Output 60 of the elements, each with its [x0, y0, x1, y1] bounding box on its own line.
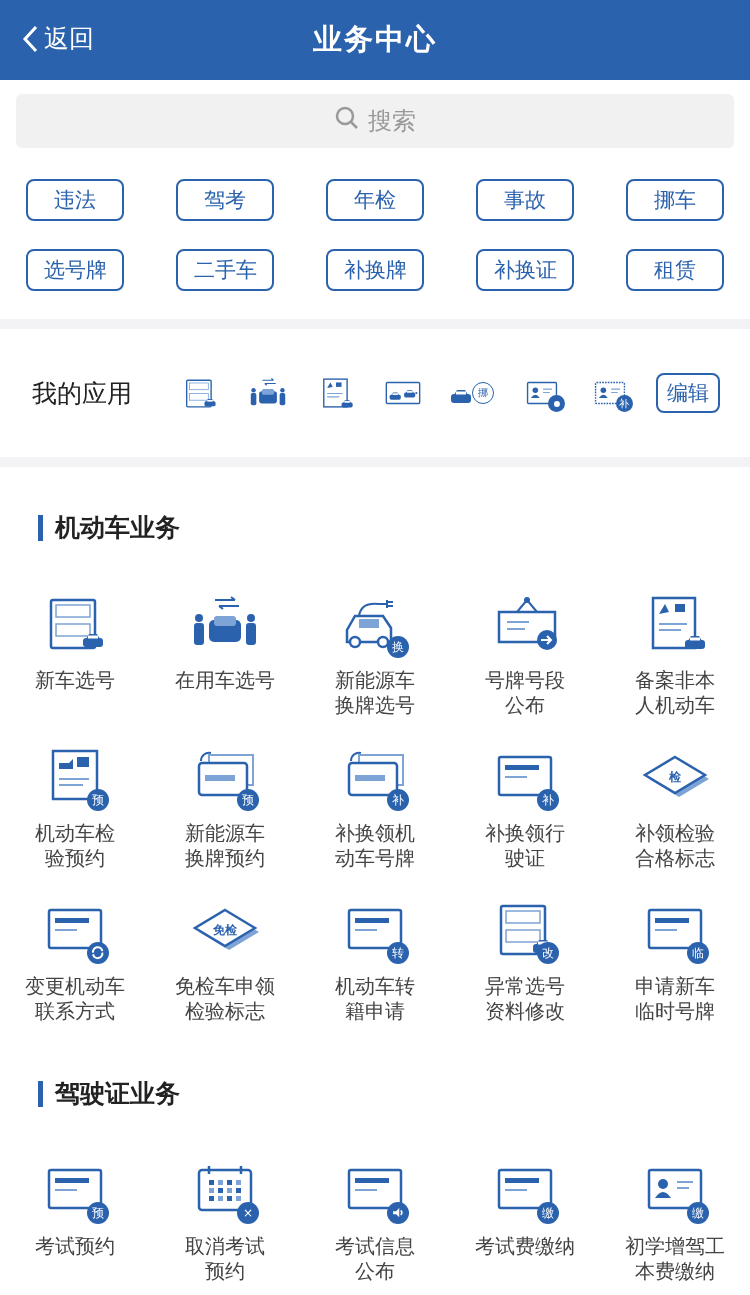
- tag-button[interactable]: 违法: [26, 179, 124, 221]
- service-label[interactable]: 新能源车 换牌预约: [185, 821, 265, 871]
- back-button[interactable]: 返回: [22, 22, 94, 55]
- icon-badge: 临: [687, 942, 709, 964]
- icon-badge: ×: [237, 1202, 259, 1224]
- tag-button[interactable]: 事故: [476, 179, 574, 221]
- accent-bar: [38, 514, 43, 541]
- icon-badge: 预: [237, 789, 259, 811]
- icon-badge: 预: [87, 789, 109, 811]
- service-label[interactable]: 新能源车 换牌选号: [335, 668, 415, 718]
- service-label[interactable]: 机动车检 验预约: [35, 821, 115, 871]
- icon-badge: 改: [537, 942, 559, 964]
- chevron-left-icon: [22, 24, 38, 53]
- service-label[interactable]: 补换领行 驶证: [485, 821, 565, 871]
- tag-button[interactable]: 挪车: [626, 179, 724, 221]
- icon-badge: 换: [387, 636, 409, 658]
- icon-badge: 补: [615, 395, 633, 412]
- service-label[interactable]: 备案非本 人机动车: [635, 668, 715, 718]
- service-label[interactable]: 考试信息 公布: [335, 1234, 415, 1284]
- refresh-badge-icon: [87, 942, 109, 964]
- service-label[interactable]: 变更机动车 联系方式: [25, 974, 125, 1024]
- icon-label: 检: [668, 769, 682, 786]
- icon-badge: 补: [387, 789, 409, 811]
- section-title: 我的应用: [32, 377, 133, 410]
- section-title: 驾驶证业务: [55, 1078, 180, 1110]
- icon-badge: 预: [87, 1202, 109, 1224]
- dot-badge-icon: [548, 395, 566, 412]
- service-label[interactable]: 号牌号段 公布: [485, 668, 565, 718]
- icon-badge: 补: [537, 789, 559, 811]
- service-label[interactable]: 新车选号: [35, 668, 115, 693]
- section-title: 机动车业务: [55, 512, 180, 544]
- tag-button[interactable]: 补换证: [476, 249, 574, 291]
- speaker-badge-icon: [387, 1202, 409, 1224]
- service-label[interactable]: 申请新车 临时号牌: [635, 974, 715, 1024]
- tag-button[interactable]: 补换牌: [326, 249, 424, 291]
- service-label[interactable]: 补换领机 动车号牌: [335, 821, 415, 871]
- edit-button[interactable]: 编辑: [656, 373, 720, 413]
- icon-label: 免检: [212, 922, 238, 939]
- bubble-label: 挪: [472, 382, 495, 404]
- service-label[interactable]: 免检车申领 检验标志: [175, 974, 275, 1024]
- icon-badge: 缴: [537, 1202, 559, 1224]
- service-label[interactable]: 取消考试 预约: [185, 1234, 265, 1284]
- icon-badge: 转: [387, 942, 409, 964]
- page-title: 业务中心: [313, 21, 437, 58]
- service-label[interactable]: 机动车转 籍申请: [335, 974, 415, 1024]
- service-label[interactable]: 考试费缴纳: [475, 1234, 575, 1259]
- car-icon: [451, 389, 472, 404]
- tag-button[interactable]: 租赁: [626, 249, 724, 291]
- icon-badge: 缴: [687, 1202, 709, 1224]
- service-label[interactable]: 补领检验 合格标志: [635, 821, 715, 871]
- service-label[interactable]: 初学增驾工 本费缴纳: [625, 1234, 725, 1284]
- tag-button[interactable]: 驾考: [176, 179, 274, 221]
- tag-button[interactable]: 二手车: [176, 249, 274, 291]
- tag-button[interactable]: 年检: [326, 179, 424, 221]
- service-label[interactable]: 考试预约: [35, 1234, 115, 1259]
- tag-button[interactable]: 选号牌: [26, 249, 124, 291]
- service-label[interactable]: 异常选号 资料修改: [485, 974, 565, 1024]
- accent-bar: [38, 1080, 43, 1107]
- search-placeholder: 搜索: [368, 106, 416, 137]
- service-label[interactable]: 在用车选号: [175, 668, 275, 693]
